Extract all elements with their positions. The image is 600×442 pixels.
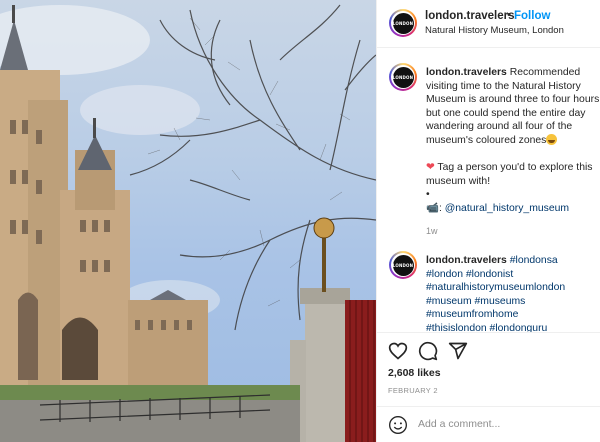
avatar-logo: LONDON [392, 254, 414, 276]
grinning-face-emoji-icon [546, 133, 558, 145]
post-header: LONDON london.travelers • Follow Natural… [377, 0, 600, 48]
hashtag-link[interactable]: #naturalhistorymuseumlondon [426, 282, 565, 293]
likes-count[interactable]: 2,608 likes [388, 367, 441, 379]
reply-avatar[interactable]: LONDON [389, 251, 417, 279]
header-separator-dot: • [507, 9, 511, 21]
comments-section[interactable]: LONDON london.travelers Recommended visi… [377, 49, 600, 332]
comment-icon[interactable] [418, 341, 438, 361]
reply-username[interactable]: london.travelers [426, 255, 507, 266]
add-comment-input[interactable]: Add a comment... [418, 418, 500, 430]
location-link[interactable]: Natural History Museum, London [425, 25, 564, 36]
post-date: FEBRUARY 2 [388, 386, 438, 395]
caption-body: Recommended visiting time to the Natural… [426, 67, 600, 146]
tag-line: Tag a person you'd to explore this museu… [426, 162, 593, 187]
avatar-logo: LONDON [392, 12, 414, 34]
hashtag-link[interactable]: #thisislondon [426, 323, 487, 332]
hashtag-link[interactable]: #museums [475, 296, 526, 307]
hashtag-link[interactable]: #museumfromhome [426, 309, 518, 320]
avatar-logo: LONDON [392, 66, 414, 88]
emoji-icon[interactable] [388, 415, 408, 435]
heart-emoji-icon: ❤ [426, 162, 435, 174]
caption-username[interactable]: london.travelers [426, 67, 507, 78]
add-comment-row: Add a comment... [377, 406, 600, 442]
hashtag-link[interactable]: #londonist [466, 269, 513, 280]
post-photo[interactable] [0, 0, 376, 442]
hashtag-link[interactable]: #londonsa [510, 255, 558, 266]
actions-bar: 2,608 likes FEBRUARY 2 Add a comment... [377, 332, 600, 442]
bullet: • [426, 189, 430, 201]
camera-emoji-icon: 📹 [426, 202, 439, 214]
follow-button[interactable]: Follow [514, 10, 550, 22]
caption-time: 1w [426, 226, 438, 236]
post-details-panel: LONDON london.travelers • Follow Natural… [376, 0, 600, 442]
avatar[interactable]: LONDON [389, 9, 417, 37]
heart-icon[interactable] [388, 341, 408, 361]
share-icon[interactable] [448, 341, 468, 361]
caption-avatar[interactable]: LONDON [389, 63, 417, 91]
caption-text: london.travelers Recommended visiting ti… [426, 67, 600, 214]
header-username[interactable]: london.travelers [425, 10, 514, 22]
hashtag-link[interactable]: #londonguru [490, 323, 548, 332]
hashtag-link[interactable]: #museum [426, 296, 472, 307]
museum-handle-link[interactable]: @natural_history_museum [445, 203, 569, 214]
hashtag-comment: london.travelers #londonsa #london #lond… [426, 254, 600, 332]
hashtag-link[interactable]: #london [426, 269, 463, 280]
museum-photo-illustration [0, 4, 376, 442]
